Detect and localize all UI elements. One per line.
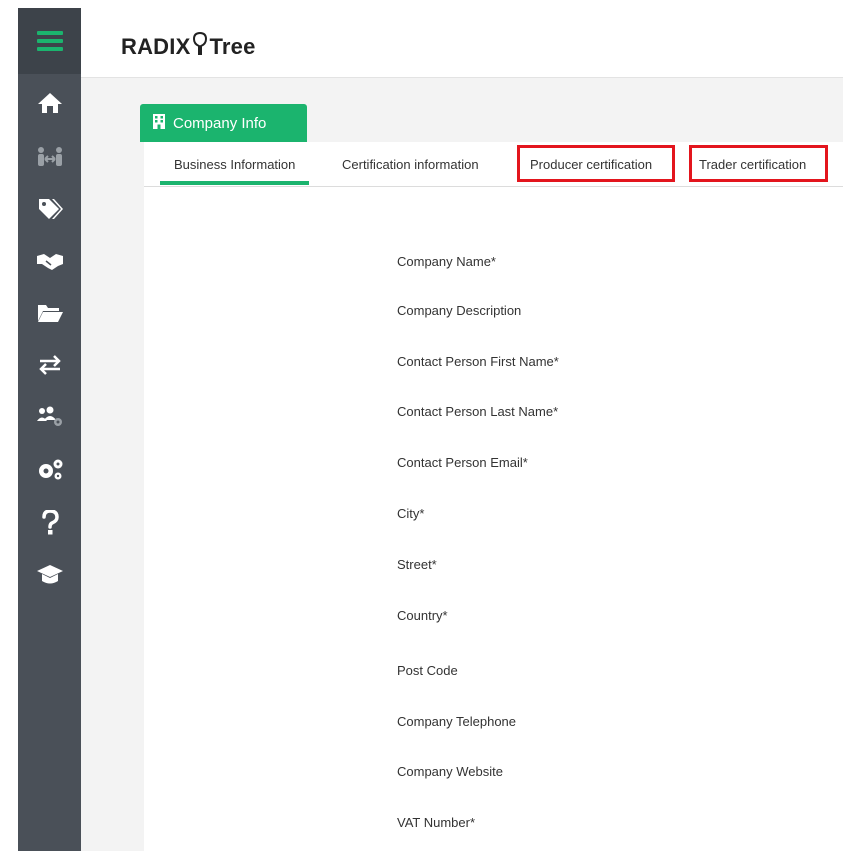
field-label-city: City* — [397, 506, 425, 521]
form-card — [144, 186, 843, 851]
gears-icon — [38, 459, 62, 480]
app-logo[interactable]: RADIX Tree — [121, 32, 256, 62]
field-label-vat-number: VAT Number* — [397, 815, 476, 830]
folder-icon — [37, 305, 63, 322]
tags-icon — [38, 199, 63, 219]
section-tab-label: Company Info — [173, 114, 267, 132]
tab-label: Certification information — [342, 156, 479, 172]
sidebar-item-help[interactable] — [18, 498, 81, 548]
sidebar-item-deals[interactable] — [18, 236, 81, 286]
section-tab-company-info[interactable]: Company Info — [140, 104, 307, 142]
menu-icon — [36, 31, 63, 51]
sidebar-item-exchange[interactable] — [18, 340, 81, 390]
sidebar-item-academy[interactable] — [18, 550, 81, 600]
sidebar-item-tags[interactable] — [18, 184, 81, 234]
top-strip — [0, 0, 843, 8]
handshake-icon — [36, 254, 63, 270]
sidebar-item-documents[interactable] — [18, 288, 81, 338]
logo-text-right: Tree — [209, 34, 256, 59]
field-label-post-code: Post Code — [397, 663, 458, 678]
field-label-company-telephone: Company Telephone — [397, 714, 517, 729]
sidebar-item-user-management[interactable] — [18, 392, 81, 442]
field-label-country: Country* — [397, 608, 448, 623]
building-icon — [153, 113, 165, 133]
transfer-people-icon — [37, 147, 62, 166]
field-label-contact-last-name: Contact Person Last Name* — [397, 404, 559, 419]
location-pin-icon — [193, 32, 208, 62]
sidebar — [18, 8, 81, 851]
top-header: RADIX Tree — [81, 8, 843, 78]
graduation-cap-icon — [36, 565, 63, 584]
field-label-contact-first-name: Contact Person First Name* — [397, 354, 559, 369]
highlight-trader-certification — [689, 145, 828, 182]
field-label-company-description: Company Description — [397, 303, 522, 318]
exchange-arrows-icon — [38, 355, 61, 375]
logo-text-left: RADIX — [121, 34, 191, 59]
highlight-producer-certification — [517, 145, 675, 182]
home-icon — [37, 93, 62, 113]
help-icon — [41, 510, 59, 535]
sidebar-item-home[interactable] — [18, 78, 81, 128]
field-label-company-website: Company Website — [397, 764, 503, 779]
field-label-contact-email: Contact Person Email* — [397, 455, 528, 470]
tab-business-information[interactable]: Business Information — [159, 150, 310, 185]
left-gutter — [0, 8, 18, 851]
users-settings-icon — [36, 406, 62, 426]
menu-toggle-button[interactable] — [18, 8, 81, 74]
app-frame: RADIX Tree Company Info Business Informa… — [0, 0, 843, 851]
sidebar-item-settings[interactable] — [18, 444, 81, 494]
field-label-street: Street* — [397, 557, 437, 572]
sidebar-item-transfers[interactable] — [18, 132, 81, 182]
tab-certification-information[interactable]: Certification information — [342, 150, 479, 178]
tab-label: Business Information — [174, 156, 296, 172]
field-label-company-name: Company Name* — [397, 254, 496, 269]
